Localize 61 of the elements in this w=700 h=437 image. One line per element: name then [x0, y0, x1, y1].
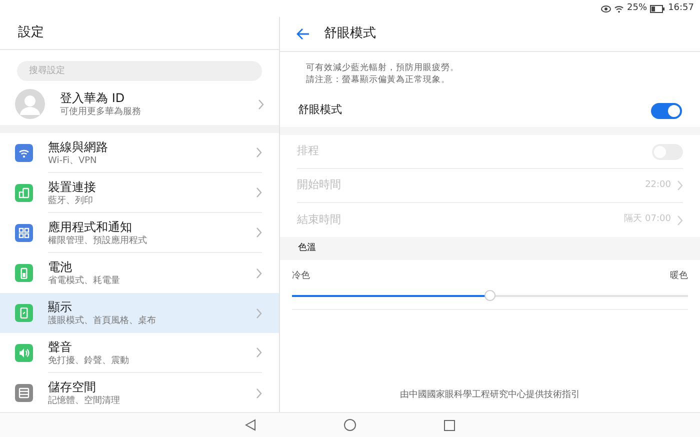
settings-item[interactable]: 儲存空間 記憶體、空間清理 [0, 373, 279, 412]
chevron-right-icon [256, 268, 262, 278]
eye-icon [601, 4, 612, 12]
recents-icon[interactable] [444, 420, 455, 430]
item-title: 應用程式和通知 [48, 218, 133, 234]
item-title: 裝置連接 [48, 178, 97, 194]
battery-percent: 25% [627, 2, 648, 15]
toggle-label: 舒眼模式 [298, 102, 342, 118]
item-title: 顯示 [48, 299, 73, 315]
footer-note: 由中國國家眼科學工程研究中心提供技術指引 [400, 388, 580, 402]
battery-icon [650, 4, 666, 12]
settings-item[interactable]: 顯示 護眼模式、首頁風格、桌布 [0, 293, 279, 333]
schedule-label: 結束時間 [297, 212, 341, 228]
time-value: 22:00 [645, 178, 671, 192]
avatar-icon [15, 89, 45, 119]
chevron-right-icon [256, 147, 262, 158]
item-subtitle: 免打擾、鈴聲、震動 [48, 354, 130, 366]
home-icon[interactable] [344, 419, 356, 431]
account-row[interactable]: 登入華為 ID 可使用更多華為服務 [0, 83, 279, 125]
item-subtitle: 權限管理、預設應用程式 [48, 234, 148, 246]
description-text: 請注意：螢幕顯示偏黃為正常現象。 [306, 74, 451, 86]
item-title: 電池 [48, 259, 73, 275]
chevron-right-icon [258, 98, 264, 110]
item-subtitle: 省電模式、耗電量 [48, 275, 121, 287]
toggle-switch[interactable] [651, 102, 682, 118]
item-subtitle: 記憶體、空間清理 [48, 395, 121, 407]
wifi-icon [614, 4, 624, 12]
page-title: 舒眼模式 [324, 25, 376, 44]
chevron-right-icon [256, 227, 262, 238]
slider-max-label: 暖色 [670, 270, 688, 283]
slider-thumb[interactable] [484, 290, 496, 301]
settings-item[interactable]: 電池 省電模式、耗電量 [0, 253, 279, 293]
sidebar-title: 設定 [18, 24, 44, 42]
item-subtitle: Wi-Fi、VPN [48, 154, 98, 166]
item-subtitle: 藍牙、列印 [48, 194, 94, 206]
schedule-label: 開始時間 [297, 177, 341, 194]
chevron-right-icon [677, 214, 683, 226]
settings-item[interactable]: 無線與網路 Wi-Fi、VPN [0, 133, 279, 173]
slider-min-label: 冷色 [292, 270, 310, 283]
chevron-right-icon [256, 187, 262, 198]
item-title: 聲音 [48, 338, 73, 354]
account-subtitle: 可使用更多華為服務 [60, 106, 142, 118]
settings-item[interactable]: 聲音 免打擾、鈴聲、震動 [0, 333, 279, 373]
account-title: 登入華為 ID [60, 90, 126, 106]
chevron-right-icon [256, 388, 262, 398]
chevron-right-icon [256, 308, 262, 318]
section-header: 色溫 [280, 237, 700, 260]
clock-time: 16:57 [668, 2, 694, 15]
back-arrow-icon[interactable] [296, 28, 310, 40]
search-field[interactable]: 搜尋設定 [17, 61, 262, 81]
chevron-right-icon [677, 180, 683, 191]
description-text: 可有效減少藍光輻射，預防用眼疲勞。 [306, 62, 460, 74]
settings-item[interactable]: 裝置連接 藍牙、列印 [0, 173, 279, 213]
time-value: 隔天 07:00 [624, 213, 671, 226]
chevron-right-icon [256, 347, 262, 358]
schedule-label: 排程 [297, 143, 319, 160]
settings-item[interactable]: 應用程式和通知 權限管理、預設應用程式 [0, 213, 279, 253]
item-subtitle: 護眼模式、首頁風格、桌布 [48, 315, 157, 327]
item-title: 無線與網路 [48, 138, 109, 154]
back-icon[interactable] [245, 419, 256, 431]
item-title: 儲存空間 [48, 379, 97, 395]
